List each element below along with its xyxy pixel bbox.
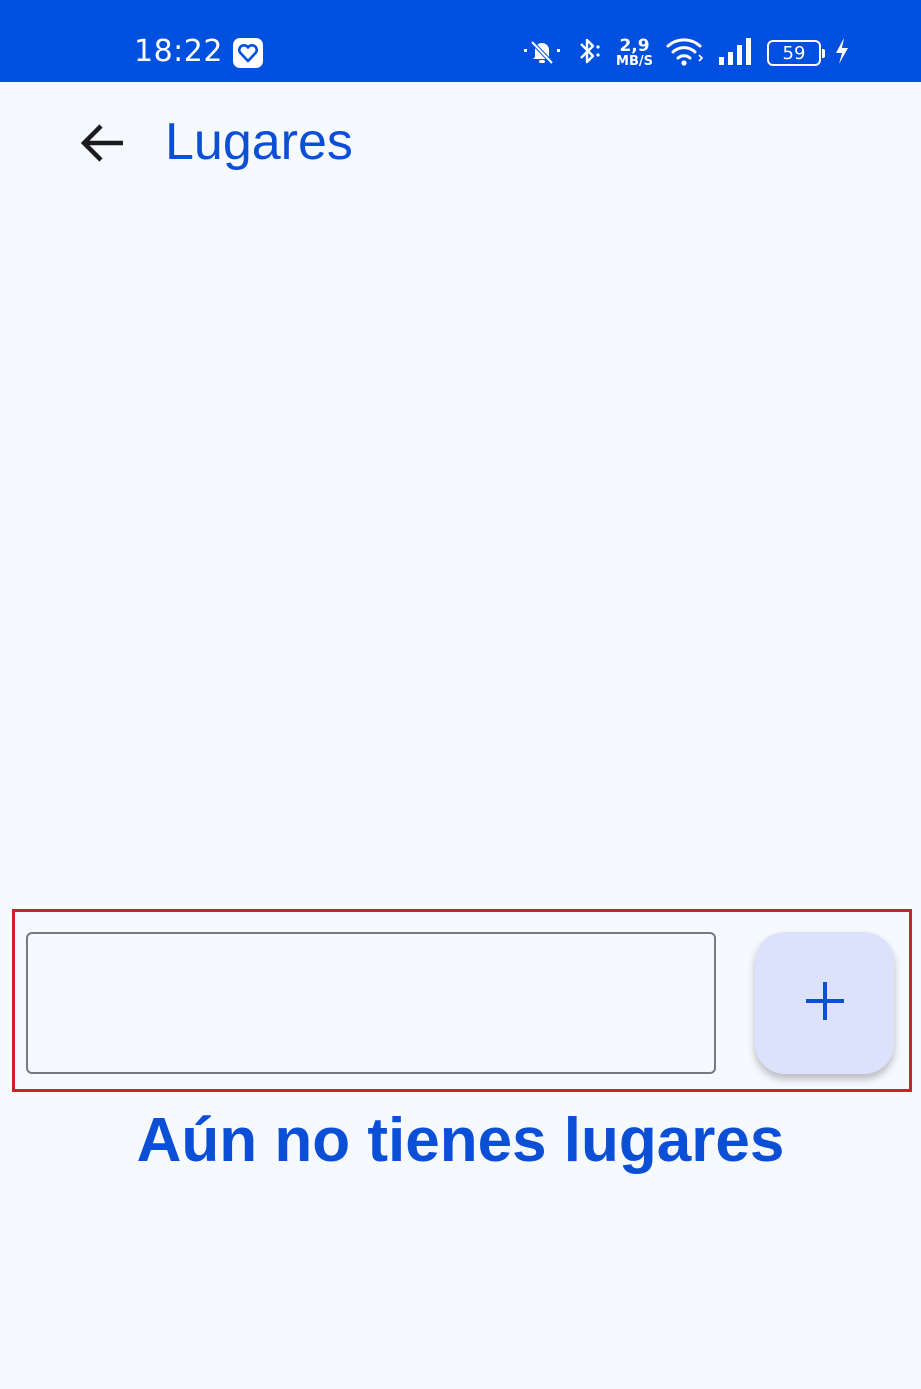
app-bar: Lugares — [0, 82, 921, 206]
plus-icon — [803, 979, 847, 1028]
wifi-icon — [665, 35, 705, 72]
status-time: 18:22 — [134, 34, 223, 69]
charging-icon — [833, 36, 851, 71]
network-speed-unit: MB/S — [616, 54, 653, 69]
status-icons: 2,9 MB/S 59 — [522, 36, 851, 70]
network-speed-value: 2,9 — [619, 36, 650, 56]
place-name-input[interactable] — [26, 932, 716, 1074]
status-bar: 18:22 2,9 MB/S 59 — [0, 0, 921, 82]
back-button[interactable] — [72, 114, 134, 176]
arrow-left-icon — [80, 123, 126, 168]
network-speed: 2,9 MB/S — [616, 36, 653, 69]
battery-level: 59 — [782, 42, 806, 64]
heart-app-icon — [233, 38, 263, 68]
bluetooth-icon — [574, 35, 604, 72]
add-place-button[interactable] — [755, 932, 894, 1074]
signal-icon — [717, 35, 755, 72]
battery-icon: 59 — [767, 40, 825, 66]
empty-state-message: Aún no tienes lugares — [136, 1106, 785, 1175]
page-title: Lugares — [165, 113, 353, 171]
mute-bell-icon — [522, 36, 562, 71]
